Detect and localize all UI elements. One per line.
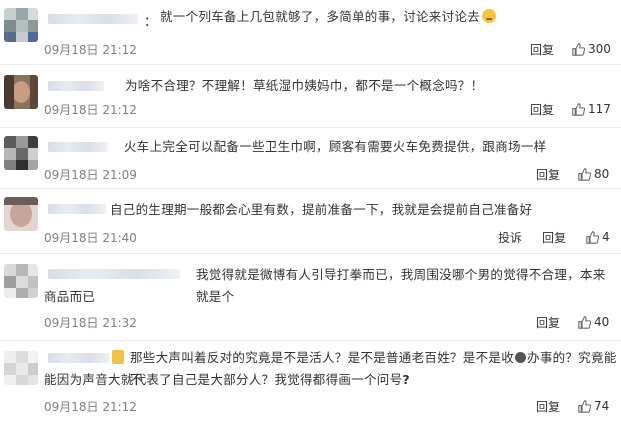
username[interactable]: [48, 81, 104, 91]
thumbs-up-icon[interactable]: [578, 400, 591, 413]
comment-item: 那些大声叫着反对的究竟是不是活人？是不是普通老百姓？是不是收 办事的？究竟能不 能…: [0, 341, 621, 424]
comment-text-line: 我觉得就是微博有人引导打拳而已，我周围没哪个男的觉得不合理，本来就是个: [196, 267, 606, 304]
smiling-face-icon: [482, 9, 497, 23]
thumbs-up-icon[interactable]: [586, 231, 599, 244]
comment-text: 我觉得就是微博有人引导打拳而已，我周围没哪个男的觉得不合理，本来就是个: [196, 264, 618, 308]
like-count: 117: [588, 102, 611, 116]
comment-text: 自己的生理期一般都会心里有数，提前准备一下，我就是会提前自己准备好: [110, 202, 533, 217]
thumbs-up-icon[interactable]: [578, 316, 591, 329]
avatar[interactable]: [4, 197, 38, 231]
thumbs-up-icon[interactable]: [572, 43, 585, 56]
comment-item: 为啥不合理？不理解！草纸湿巾姨妈巾，都不是一个概念吗？！ 09月18日 21:1…: [0, 65, 621, 127]
avatar[interactable]: [4, 8, 38, 42]
username[interactable]: [48, 142, 108, 152]
reply-button[interactable]: 回复: [536, 398, 560, 415]
comment-text: 商品而已: [44, 289, 96, 304]
avatar[interactable]: [4, 264, 38, 298]
like-count: 80: [594, 167, 610, 181]
money-bag-icon: [515, 352, 527, 363]
timestamp: 09月18日 21:12: [44, 103, 137, 117]
timestamp: 09月18日 21:40: [44, 231, 137, 245]
comment-item: 我觉得就是微博有人引导打拳而已，我周围没哪个男的觉得不合理，本来就是个 商品而已…: [0, 254, 621, 340]
reply-button[interactable]: 回复: [530, 101, 554, 118]
like-count: 40: [594, 315, 610, 329]
like-count: 74: [594, 399, 610, 413]
comment-text: 能因为声音大就代表了自己是大部分人？我觉得都得画一个问号?: [44, 369, 410, 391]
username[interactable]: [48, 269, 180, 279]
comment-item: 自己的生理期一般都会心里有数，提前准备一下，我就是会提前自己准备好 09月18日…: [0, 189, 621, 251]
reply-button[interactable]: 回复: [536, 166, 560, 183]
reply-button[interactable]: 回复: [530, 41, 554, 58]
comment-item: ： 就一个列车备上几包就够了，多简单的事，讨论来讨论去 09月18日 21:12…: [0, 0, 621, 62]
question-mark: ?: [402, 372, 410, 387]
like-count: 300: [588, 42, 611, 56]
timestamp: 09月18日 21:32: [44, 316, 137, 330]
avatar[interactable]: [4, 136, 38, 170]
comment-text-line: 能因为声音大就代表了自己是大部分人？我觉得都得画一个问号: [44, 372, 403, 387]
timestamp: 09月18日 21:12: [44, 43, 137, 57]
timestamp: 09月18日 21:09: [44, 168, 137, 182]
reply-button[interactable]: 回复: [542, 229, 566, 246]
comment-text: 就一个列车备上几包就够了，多简单的事，讨论来讨论去: [160, 6, 497, 28]
colon: ：: [144, 15, 158, 30]
avatar[interactable]: [4, 75, 38, 109]
username[interactable]: [48, 353, 110, 363]
timestamp: 09月18日 21:12: [44, 400, 137, 414]
like-count: 4: [602, 230, 610, 244]
comment-text-line: 那些大声叫着反对的究竟是不是活人？是不是普通老百姓？是不是收: [130, 350, 515, 365]
comment-text: 火车上完全可以配备一些卫生巾啊，顾客有需要火车免费提供，跟商场一样: [124, 139, 547, 154]
username[interactable]: [48, 204, 106, 214]
avatar[interactable]: [4, 351, 38, 385]
username[interactable]: [48, 14, 138, 24]
comment-item: 火车上完全可以配备一些卫生巾啊，顾客有需要火车免费提供，跟商场一样 09月18日…: [0, 128, 621, 188]
thumbs-up-icon[interactable]: [578, 168, 591, 181]
thumbs-up-icon[interactable]: [572, 103, 585, 116]
badge: [112, 350, 124, 364]
comment-text: 为啥不合理？不理解！草纸湿巾姨妈巾，都不是一个概念吗？！: [125, 78, 484, 93]
report-button[interactable]: 投诉: [498, 229, 522, 246]
reply-button[interactable]: 回复: [536, 314, 560, 331]
